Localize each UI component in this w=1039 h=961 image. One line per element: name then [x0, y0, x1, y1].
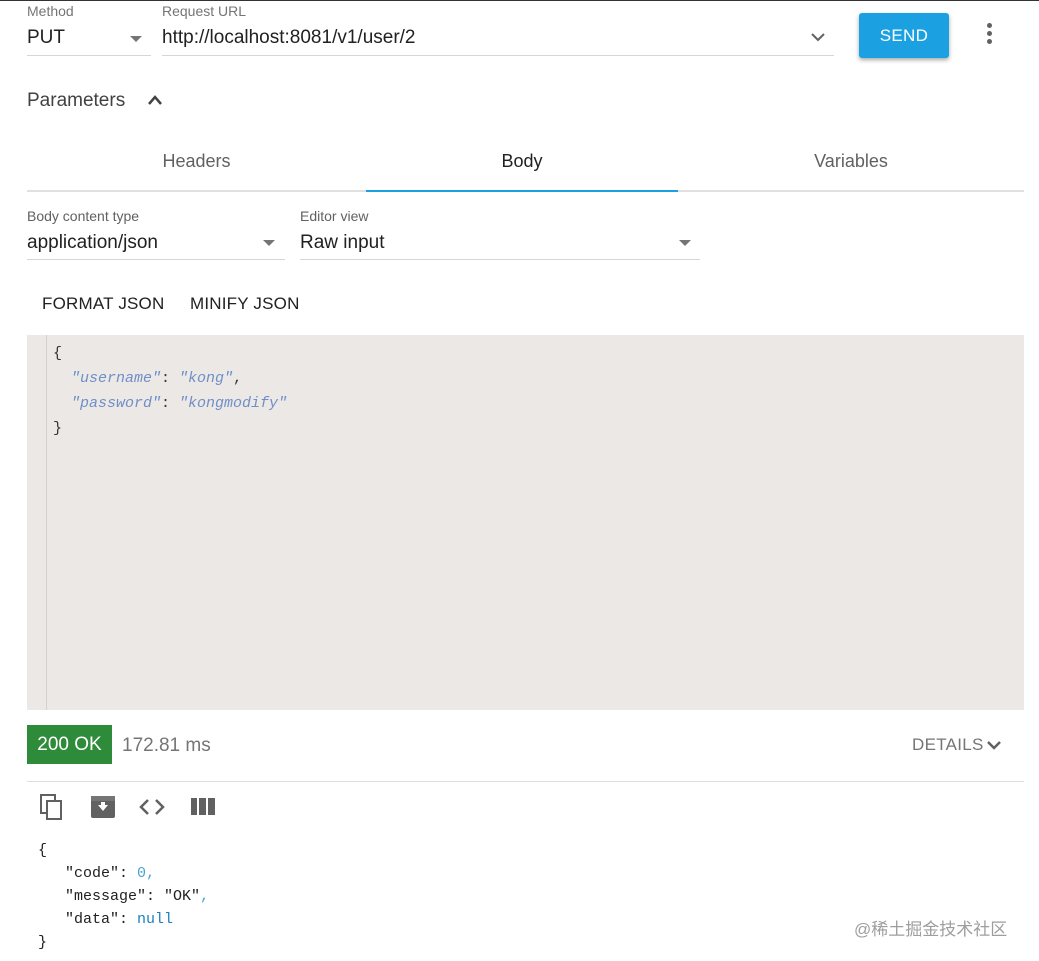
- content-type-underline: [27, 259, 285, 260]
- content-type-select[interactable]: application/json: [27, 227, 285, 261]
- minify-json-button[interactable]: MINIFY JSON: [190, 294, 300, 314]
- resp-sep: :: [119, 911, 138, 928]
- active-tab-indicator: [366, 190, 678, 192]
- code-sep: :: [161, 395, 180, 412]
- code-key: "username": [71, 370, 162, 387]
- status-badge: 200 OK: [27, 725, 112, 764]
- url-underline: [162, 55, 834, 56]
- code-key: "password": [71, 395, 162, 412]
- editor-gutter: [27, 335, 47, 710]
- more-vert-icon[interactable]: [984, 23, 994, 47]
- code-open-brace: {: [53, 345, 63, 362]
- editor-code: { "username": "kong", "password": "kongm…: [53, 341, 287, 441]
- tab-headers[interactable]: Headers: [27, 132, 366, 190]
- resp-value: "OK": [164, 888, 201, 905]
- watermark-text: @稀土掘金技术社区: [854, 920, 1008, 939]
- editor-view-label: Editor view: [300, 208, 369, 224]
- code-value: "kongmodify": [179, 395, 288, 412]
- method-value: PUT: [27, 27, 65, 48]
- tab-body[interactable]: Body: [366, 132, 678, 190]
- resp-value: 0: [137, 865, 147, 882]
- tab-variables[interactable]: Variables: [678, 132, 1024, 190]
- code-sep: :: [161, 370, 180, 387]
- save-icon[interactable]: [89, 793, 117, 821]
- chevron-down-icon[interactable]: [810, 31, 826, 43]
- content-type-label: Body content type: [27, 208, 140, 224]
- method-select[interactable]: PUT: [27, 23, 151, 57]
- response-body: { "code": 0, "message": "OK", "data": nu…: [38, 839, 209, 954]
- body-editor[interactable]: { "username": "kong", "password": "kongm…: [27, 335, 1024, 710]
- editor-view-select[interactable]: Raw input: [300, 227, 700, 261]
- code-view-icon[interactable]: [138, 793, 166, 821]
- editor-view-underline: [300, 259, 700, 260]
- resp-value: null: [137, 911, 174, 928]
- copy-icon[interactable]: [38, 793, 66, 821]
- tab-bar: Headers Body Variables: [27, 132, 1024, 192]
- format-json-button[interactable]: FORMAT JSON: [42, 294, 164, 314]
- content-type-value: application/json: [27, 232, 158, 253]
- resp-key: "code": [65, 865, 120, 882]
- method-underline: [27, 55, 151, 56]
- resp-close-brace: }: [38, 934, 48, 951]
- code-close-brace: }: [53, 420, 63, 437]
- url-input[interactable]: http://localhost:8081/v1/user/2: [162, 23, 834, 57]
- resp-open-brace: {: [38, 842, 48, 859]
- columns-icon[interactable]: [189, 793, 217, 821]
- dropdown-arrow-icon: [263, 240, 275, 246]
- response-divider: [27, 781, 1024, 782]
- dropdown-arrow-icon: [130, 36, 142, 42]
- resp-sep: :: [146, 888, 165, 905]
- response-timing: 172.81 ms: [122, 735, 211, 756]
- details-button[interactable]: DETAILS: [912, 735, 984, 755]
- resp-tail: ,: [146, 865, 156, 882]
- url-label: Request URL: [162, 3, 247, 19]
- resp-key: "message": [65, 888, 147, 905]
- resp-tail: ,: [200, 888, 210, 905]
- rest-client-panel: Method PUT Request URL http://localhost:…: [0, 0, 1039, 961]
- resp-key: "data": [65, 911, 120, 928]
- chevron-down-icon[interactable]: [986, 739, 1002, 751]
- code-tail: ,: [233, 370, 243, 387]
- code-value: "kong": [179, 370, 234, 387]
- chevron-up-icon[interactable]: [146, 93, 164, 107]
- parameters-title[interactable]: Parameters: [27, 90, 125, 112]
- method-label: Method: [27, 3, 74, 19]
- editor-view-value: Raw input: [300, 232, 385, 253]
- dropdown-arrow-icon: [679, 240, 691, 246]
- url-value: http://localhost:8081/v1/user/2: [162, 27, 416, 48]
- resp-sep: :: [119, 865, 138, 882]
- send-button[interactable]: SEND: [859, 13, 949, 58]
